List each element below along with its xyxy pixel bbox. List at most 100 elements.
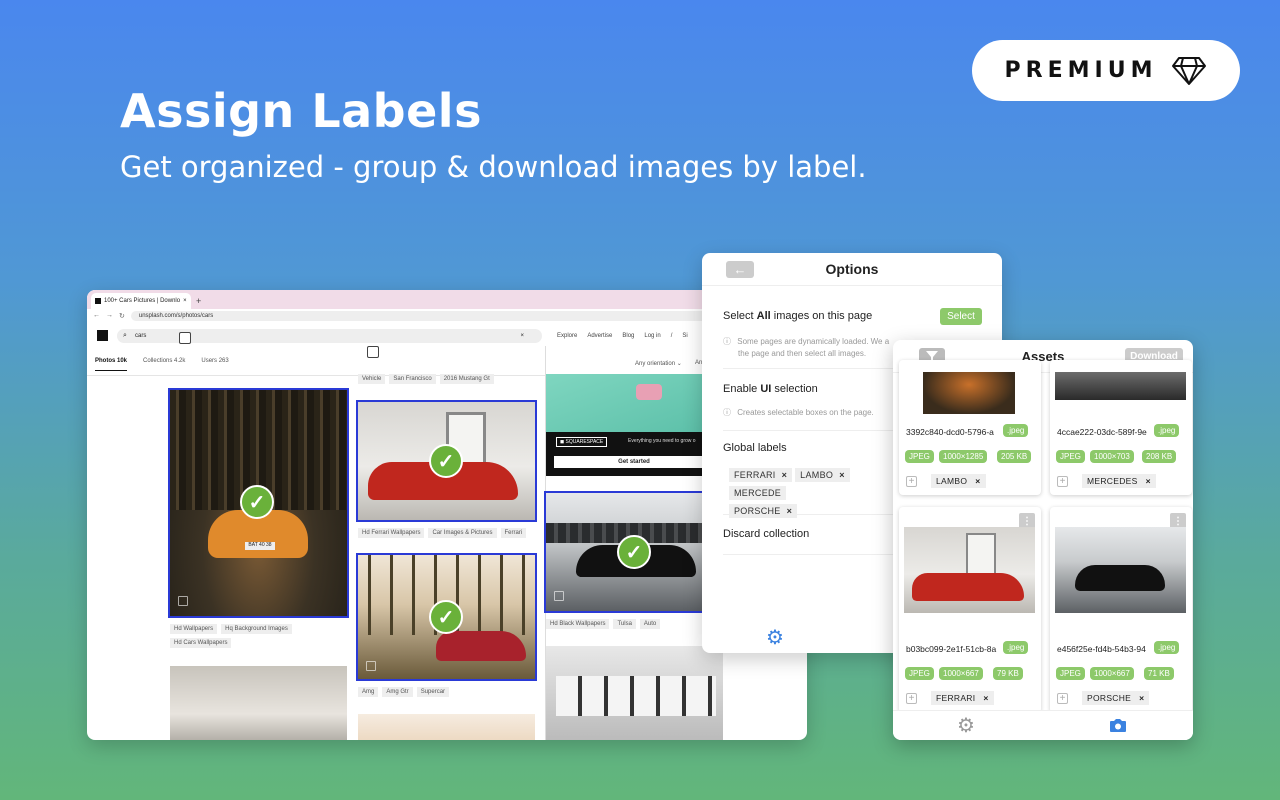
check-icon: ✓ bbox=[617, 535, 651, 569]
tag[interactable]: Ferrari bbox=[500, 528, 527, 538]
asset-filename: e456f25e-fd4b-54b3-94 bbox=[1057, 644, 1146, 654]
check-icon: ✓ bbox=[429, 444, 463, 478]
remove-icon[interactable]: × bbox=[839, 470, 845, 480]
nav-advertise[interactable]: Advertise bbox=[587, 333, 612, 339]
asset-card[interactable]: 3392c840-dcd0-5796-a .jpeg JPEG 1000×128… bbox=[899, 360, 1041, 495]
asset-label[interactable]: MERCEDES × bbox=[1082, 474, 1156, 488]
photo-checkbox[interactable] bbox=[178, 596, 188, 606]
tag[interactable]: Amg bbox=[358, 687, 379, 697]
tag[interactable]: Hd Wallpapers bbox=[170, 624, 218, 634]
add-label-icon[interactable]: + bbox=[1057, 693, 1068, 704]
photo-tags: Hd Ferrari Wallpapers Car Images & Pictu… bbox=[358, 528, 538, 538]
asset-extension: .jpeg bbox=[1154, 424, 1180, 437]
photo-porsche[interactable]: ✓ bbox=[544, 491, 725, 613]
ui-prefix: Enable bbox=[723, 383, 761, 395]
tag[interactable]: Car Images & Pictures bbox=[428, 528, 497, 538]
forward-icon[interactable]: → bbox=[106, 312, 113, 319]
photo-sunset[interactable] bbox=[358, 714, 535, 740]
asset-card[interactable]: ⋮ e456f25e-fd4b-54b3-94 .jpeg JPEG 1000×… bbox=[1050, 507, 1192, 713]
select-all-button[interactable]: Select bbox=[940, 308, 982, 325]
car-shape bbox=[1075, 565, 1165, 591]
ad-get-started-button[interactable]: Get started bbox=[554, 456, 714, 468]
photo-ferrari[interactable]: ✓ bbox=[356, 400, 537, 522]
tag[interactable]: Hd Cars Wallpapers bbox=[170, 638, 232, 648]
remove-icon[interactable]: × bbox=[1146, 476, 1151, 486]
tag[interactable]: Amg Gtr bbox=[382, 687, 413, 697]
gear-icon[interactable]: ⚙ bbox=[957, 713, 975, 738]
back-arrow-icon[interactable]: ← bbox=[726, 261, 754, 278]
label-chip[interactable]: LAMBO × bbox=[795, 468, 850, 482]
tag[interactable]: Supercar bbox=[416, 687, 450, 697]
tag[interactable]: Hd Black Wallpapers bbox=[546, 619, 610, 629]
browser-window: 100+ Cars Pictures | Downlo × + ← → ↻ un… bbox=[87, 290, 807, 740]
browser-tab[interactable]: 100+ Cars Pictures | Downlo × bbox=[91, 293, 191, 309]
orientation-select[interactable]: Any orientation ⌄ bbox=[635, 360, 682, 367]
car-shape bbox=[436, 631, 526, 661]
photo-checkbox[interactable] bbox=[554, 591, 564, 601]
back-icon[interactable]: ← bbox=[93, 312, 100, 319]
camera-icon[interactable] bbox=[1109, 718, 1127, 738]
photo-mercedes[interactable]: ✓ bbox=[356, 553, 537, 681]
asset-label[interactable]: FERRARI × bbox=[931, 691, 994, 705]
asset-card[interactable]: 4ccae222-03dc-589f-9e .jpeg JPEG 1000×70… bbox=[1050, 360, 1192, 495]
label-chip[interactable]: PORSCHE × bbox=[729, 504, 798, 518]
tab-photos[interactable]: Photos 10k bbox=[95, 358, 128, 371]
tab-users[interactable]: Users 263 bbox=[201, 358, 228, 371]
add-label-icon[interactable]: + bbox=[906, 693, 917, 704]
asset-card[interactable]: ⋮ b03bc099-2e1f-51cb-8a .jpeg JPEG 1000×… bbox=[899, 507, 1041, 713]
tag[interactable]: Tulsa bbox=[613, 619, 636, 629]
asset-size: 205 KB bbox=[997, 450, 1032, 463]
url-input[interactable]: unsplash.com/s/photos/cars bbox=[130, 310, 801, 321]
reload-icon[interactable]: ↻ bbox=[119, 312, 125, 320]
gear-icon[interactable]: ⚙ bbox=[766, 625, 784, 650]
photo-bmw-row[interactable] bbox=[546, 646, 723, 740]
tag[interactable]: Hq Background Images bbox=[221, 624, 292, 634]
photo-lambo[interactable]: BAT 40 38 ✓ bbox=[168, 388, 349, 618]
nav-blog[interactable]: Blog bbox=[622, 333, 634, 339]
remove-icon[interactable]: × bbox=[1139, 693, 1144, 703]
tab-close-icon[interactable]: × bbox=[183, 298, 187, 304]
select-all-bold: All bbox=[756, 310, 771, 322]
asset-size: 71 KB bbox=[1144, 667, 1174, 680]
label-chip[interactable]: MERCEDE bbox=[729, 486, 787, 500]
car-shape bbox=[912, 573, 1024, 601]
unsplash-logo[interactable] bbox=[97, 330, 108, 341]
label-chip[interactable]: FERRARI × bbox=[729, 468, 793, 482]
photo-checkbox[interactable] bbox=[366, 661, 376, 671]
nav-signup[interactable]: Si bbox=[682, 333, 687, 339]
tab-collections[interactable]: Collections 4.2k bbox=[143, 358, 185, 371]
nav-separator: / bbox=[670, 333, 673, 339]
asset-extension: .jpeg bbox=[1154, 641, 1180, 654]
selection-checkbox[interactable] bbox=[179, 332, 191, 344]
selection-checkbox[interactable] bbox=[367, 346, 379, 358]
page-title: Assign Labels bbox=[120, 84, 482, 138]
tag[interactable]: San Francisco bbox=[389, 374, 436, 384]
tag[interactable]: 2016 Mustang Gt bbox=[439, 374, 494, 384]
asset-size: 208 KB bbox=[1142, 450, 1177, 463]
tab-title: 100+ Cars Pictures | Downlo bbox=[104, 298, 181, 304]
clear-icon[interactable]: × bbox=[520, 329, 524, 343]
squarespace-ad[interactable]: ◼ SQUARESPACE Everything you need to gro… bbox=[546, 432, 723, 476]
new-tab-icon[interactable]: + bbox=[196, 296, 201, 306]
photo-tags: Vehicle San Francisco 2016 Mustang Gt bbox=[358, 374, 538, 384]
site-favicon bbox=[95, 298, 101, 304]
tag[interactable]: Vehicle bbox=[358, 374, 386, 384]
asset-label[interactable]: LAMBO × bbox=[931, 474, 986, 488]
nav-login[interactable]: Log in bbox=[644, 333, 660, 339]
label-text: FERRARI bbox=[734, 470, 776, 480]
remove-icon[interactable]: × bbox=[975, 476, 980, 486]
add-label-icon[interactable]: + bbox=[906, 476, 917, 487]
result-filters: Photos 10k Collections 4.2k Users 263 bbox=[95, 358, 229, 371]
remove-icon[interactable]: × bbox=[782, 470, 788, 480]
remove-icon[interactable]: × bbox=[983, 693, 988, 703]
asset-label[interactable]: PORSCHE × bbox=[1082, 691, 1150, 705]
ui-hint-text: Creates selectable boxes on the page. bbox=[737, 408, 874, 417]
nav-explore[interactable]: Explore bbox=[557, 333, 577, 339]
tag[interactable]: Hd Ferrari Wallpapers bbox=[358, 528, 425, 538]
photo-ad-image[interactable] bbox=[546, 374, 723, 432]
add-label-icon[interactable]: + bbox=[1057, 476, 1068, 487]
ui-bold: UI bbox=[760, 383, 772, 395]
photo-clouds[interactable] bbox=[170, 666, 347, 740]
ad-brand: ◼ SQUARESPACE bbox=[556, 437, 608, 447]
tag[interactable]: Auto bbox=[639, 619, 661, 629]
